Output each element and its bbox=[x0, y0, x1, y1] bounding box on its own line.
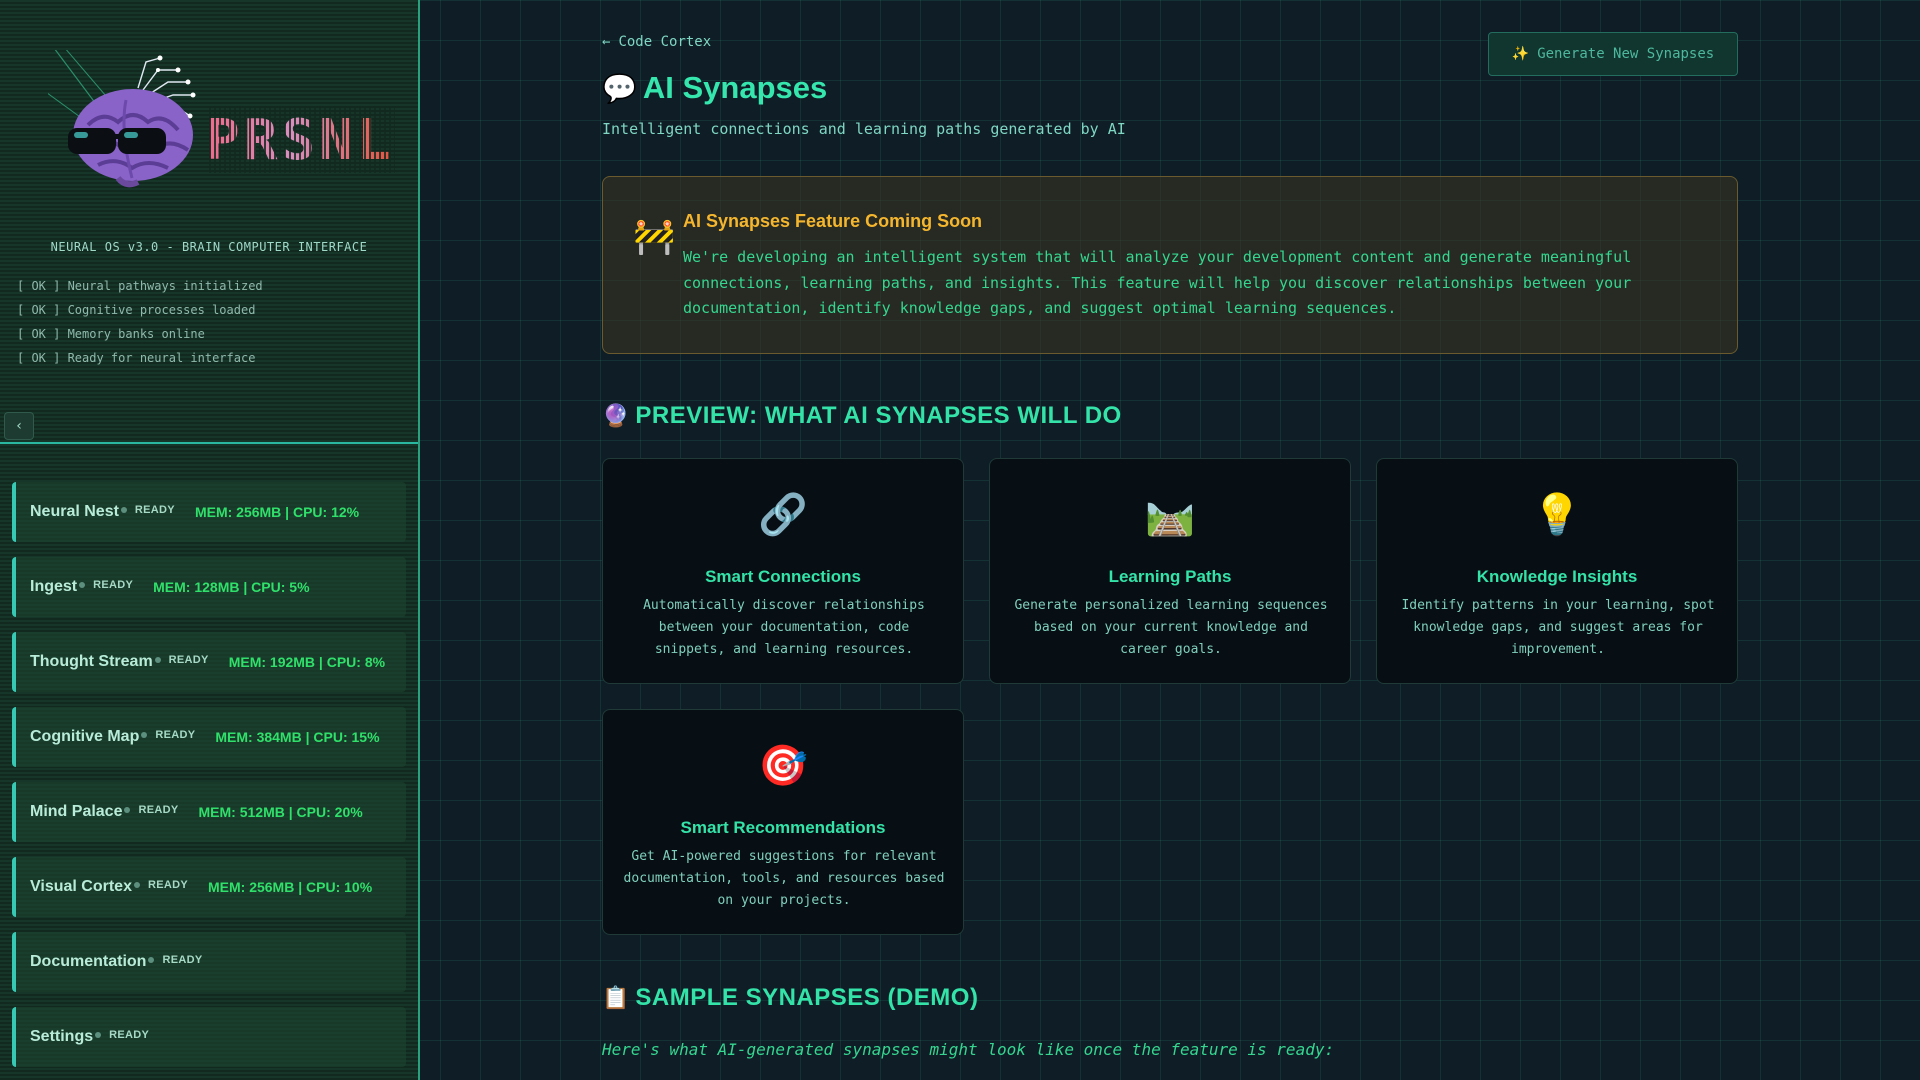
sidebar: PRSNL NEURAL OS v3.0 - BRAIN COMPUTER IN… bbox=[0, 0, 420, 1080]
status-dot bbox=[133, 882, 140, 888]
sidebar-item-neural-nest[interactable]: Neural Nest READY MEM: 256MB | CPU: 12% bbox=[12, 482, 406, 542]
sidebar-item-documentation[interactable]: Documentation READY bbox=[12, 932, 406, 992]
sidebar-item-cognitive-map[interactable]: Cognitive Map READY MEM: 384MB | CPU: 15… bbox=[12, 707, 406, 767]
resource-stats: MEM: 256MB | CPU: 10% bbox=[207, 879, 373, 895]
feature-card-description: Automatically discover relationships bet… bbox=[643, 598, 925, 657]
feature-card: 🛤️ Learning Paths Generate personalized … bbox=[989, 458, 1351, 684]
sidebar-item-label: Cognitive Map bbox=[30, 728, 140, 745]
status-dot bbox=[79, 582, 86, 588]
sidebar-item-visual-cortex[interactable]: Visual Cortex READY MEM: 256MB | CPU: 10… bbox=[12, 857, 406, 917]
sidebar-item-label: Settings bbox=[30, 1028, 94, 1045]
status-dot bbox=[120, 507, 127, 513]
sidebar-item-ingest[interactable]: Ingest READY MEM: 128MB | CPU: 5% bbox=[12, 557, 406, 617]
sidebar-item-label: Neural Nest bbox=[30, 503, 119, 520]
arrow-left-icon: ← bbox=[602, 34, 611, 50]
back-link[interactable]: ← Code Cortex bbox=[602, 34, 711, 50]
notice-body: We're developing an intelligent system t… bbox=[683, 248, 1632, 317]
sidebar-item-settings[interactable]: Settings READY bbox=[12, 1007, 406, 1067]
samples-heading-text: SAMPLE SYNAPSES (DEMO) bbox=[635, 984, 979, 1011]
boot-log-line: [ OK ] Cognitive processes loaded bbox=[17, 303, 256, 317]
status-dot bbox=[148, 957, 155, 963]
resource-stats: MEM: 192MB | CPU: 8% bbox=[228, 654, 386, 670]
sidebar-item-label: Visual Cortex bbox=[30, 878, 132, 895]
feature-card: 💡 Knowledge Insights Identify patterns i… bbox=[1376, 458, 1738, 684]
status-badge: READY bbox=[155, 729, 196, 741]
brain-logo-icon bbox=[42, 39, 198, 190]
sidebar-nav: Neural Nest READY MEM: 256MB | CPU: 12% … bbox=[12, 482, 406, 1080]
light-bulb-icon: 💡 bbox=[1532, 492, 1582, 538]
sidebar-item-label: Thought Stream bbox=[30, 653, 153, 670]
feature-card-description: Generate personalized learning sequences… bbox=[1014, 598, 1328, 657]
sparkles-icon: ✨ bbox=[1511, 46, 1530, 62]
status-badge: READY bbox=[147, 879, 188, 891]
feature-card: 🎯 Smart Recommendations Get AI-powered s… bbox=[602, 709, 964, 935]
status-badge: READY bbox=[138, 804, 179, 816]
resource-stats: MEM: 256MB | CPU: 12% bbox=[194, 504, 360, 520]
status-dot bbox=[141, 732, 148, 738]
chevron-left-icon: ‹ bbox=[16, 418, 22, 434]
generate-button-label: Generate New Synapses bbox=[1537, 46, 1715, 62]
sidebar-item-mind-palace[interactable]: Mind Palace READY MEM: 512MB | CPU: 20% bbox=[12, 782, 406, 842]
back-link-label: Code Cortex bbox=[618, 34, 712, 50]
boot-log-line: [ OK ] Neural pathways initialized bbox=[17, 279, 263, 293]
status-badge: READY bbox=[134, 504, 175, 516]
page-title: 💬 AI Synapses bbox=[602, 70, 827, 106]
preview-heading: 🔮 PREVIEW: WHAT AI SYNAPSES WILL DO bbox=[602, 402, 1122, 430]
logo-text: PRSNL bbox=[206, 108, 395, 173]
sidebar-item-label: Ingest bbox=[30, 578, 78, 595]
resource-stats: MEM: 128MB | CPU: 5% bbox=[153, 579, 310, 595]
target-icon: 🎯 bbox=[758, 743, 808, 789]
generate-synapses-button[interactable]: ✨ Generate New Synapses bbox=[1488, 32, 1738, 76]
feature-card-title: Smart Recommendations bbox=[680, 818, 886, 837]
railway-track-icon: 🛤️ bbox=[1145, 492, 1195, 538]
system-title: NEURAL OS v3.0 - BRAIN COMPUTER INTERFAC… bbox=[50, 240, 368, 254]
resource-stats: MEM: 512MB | CPU: 20% bbox=[198, 804, 363, 820]
crystal-ball-icon: 🔮 bbox=[602, 403, 630, 429]
sidebar-item-label: Documentation bbox=[30, 953, 147, 970]
feature-card-title: Smart Connections bbox=[705, 567, 861, 586]
page-subtitle: Intelligent connections and learning pat… bbox=[602, 120, 1126, 138]
feature-card-description: Get AI-powered suggestions for relevant … bbox=[623, 849, 945, 908]
sidebar-item-thought-stream[interactable]: Thought Stream READY MEM: 192MB | CPU: 8… bbox=[12, 632, 406, 692]
sidebar-item-label: Mind Palace bbox=[30, 803, 123, 820]
page-title-text: AI Synapses bbox=[642, 70, 828, 105]
status-badge: READY bbox=[109, 1029, 150, 1041]
link-icon: 🔗 bbox=[758, 492, 808, 538]
boot-log-line: [ OK ] Ready for neural interface bbox=[17, 351, 256, 365]
feature-card-title: Knowledge Insights bbox=[1476, 567, 1638, 586]
status-dot bbox=[124, 807, 131, 813]
construction-icon: 🚧 bbox=[633, 217, 676, 257]
status-badge: READY bbox=[162, 954, 203, 966]
status-badge: READY bbox=[168, 654, 209, 666]
notice-title: AI Synapses Feature Coming Soon bbox=[683, 211, 983, 231]
samples-intro: Here's what AI-generated synapses might … bbox=[602, 1040, 1335, 1059]
coming-soon-notice: 🚧 AI Synapses Feature Coming Soon We're … bbox=[602, 176, 1738, 354]
sidebar-header: PRSNL NEURAL OS v3.0 - BRAIN COMPUTER IN… bbox=[0, 0, 418, 443]
sidebar-divider bbox=[0, 442, 418, 444]
sidebar-collapse-button[interactable]: ‹ bbox=[4, 412, 34, 440]
boot-log: [ OK ] Neural pathways initialized [ OK … bbox=[17, 274, 263, 370]
status-badge: READY bbox=[93, 579, 134, 591]
boot-log-line: [ OK ] Memory banks online bbox=[17, 327, 205, 341]
status-dot bbox=[154, 657, 161, 663]
preview-heading-text: PREVIEW: WHAT AI SYNAPSES WILL DO bbox=[635, 402, 1122, 429]
feature-card-description: Identify patterns in your learning, spot… bbox=[1401, 598, 1715, 657]
feature-card-title: Learning Paths bbox=[1108, 567, 1232, 586]
speech-bubble-icon: 💬 bbox=[602, 71, 637, 105]
samples-heading: 📋 SAMPLE SYNAPSES (DEMO) bbox=[602, 984, 978, 1012]
feature-card: 🔗 Smart Connections Automatically discov… bbox=[602, 458, 964, 684]
resource-stats: MEM: 384MB | CPU: 15% bbox=[215, 729, 380, 745]
clipboard-icon: 📋 bbox=[602, 985, 630, 1011]
status-dot bbox=[95, 1032, 102, 1038]
